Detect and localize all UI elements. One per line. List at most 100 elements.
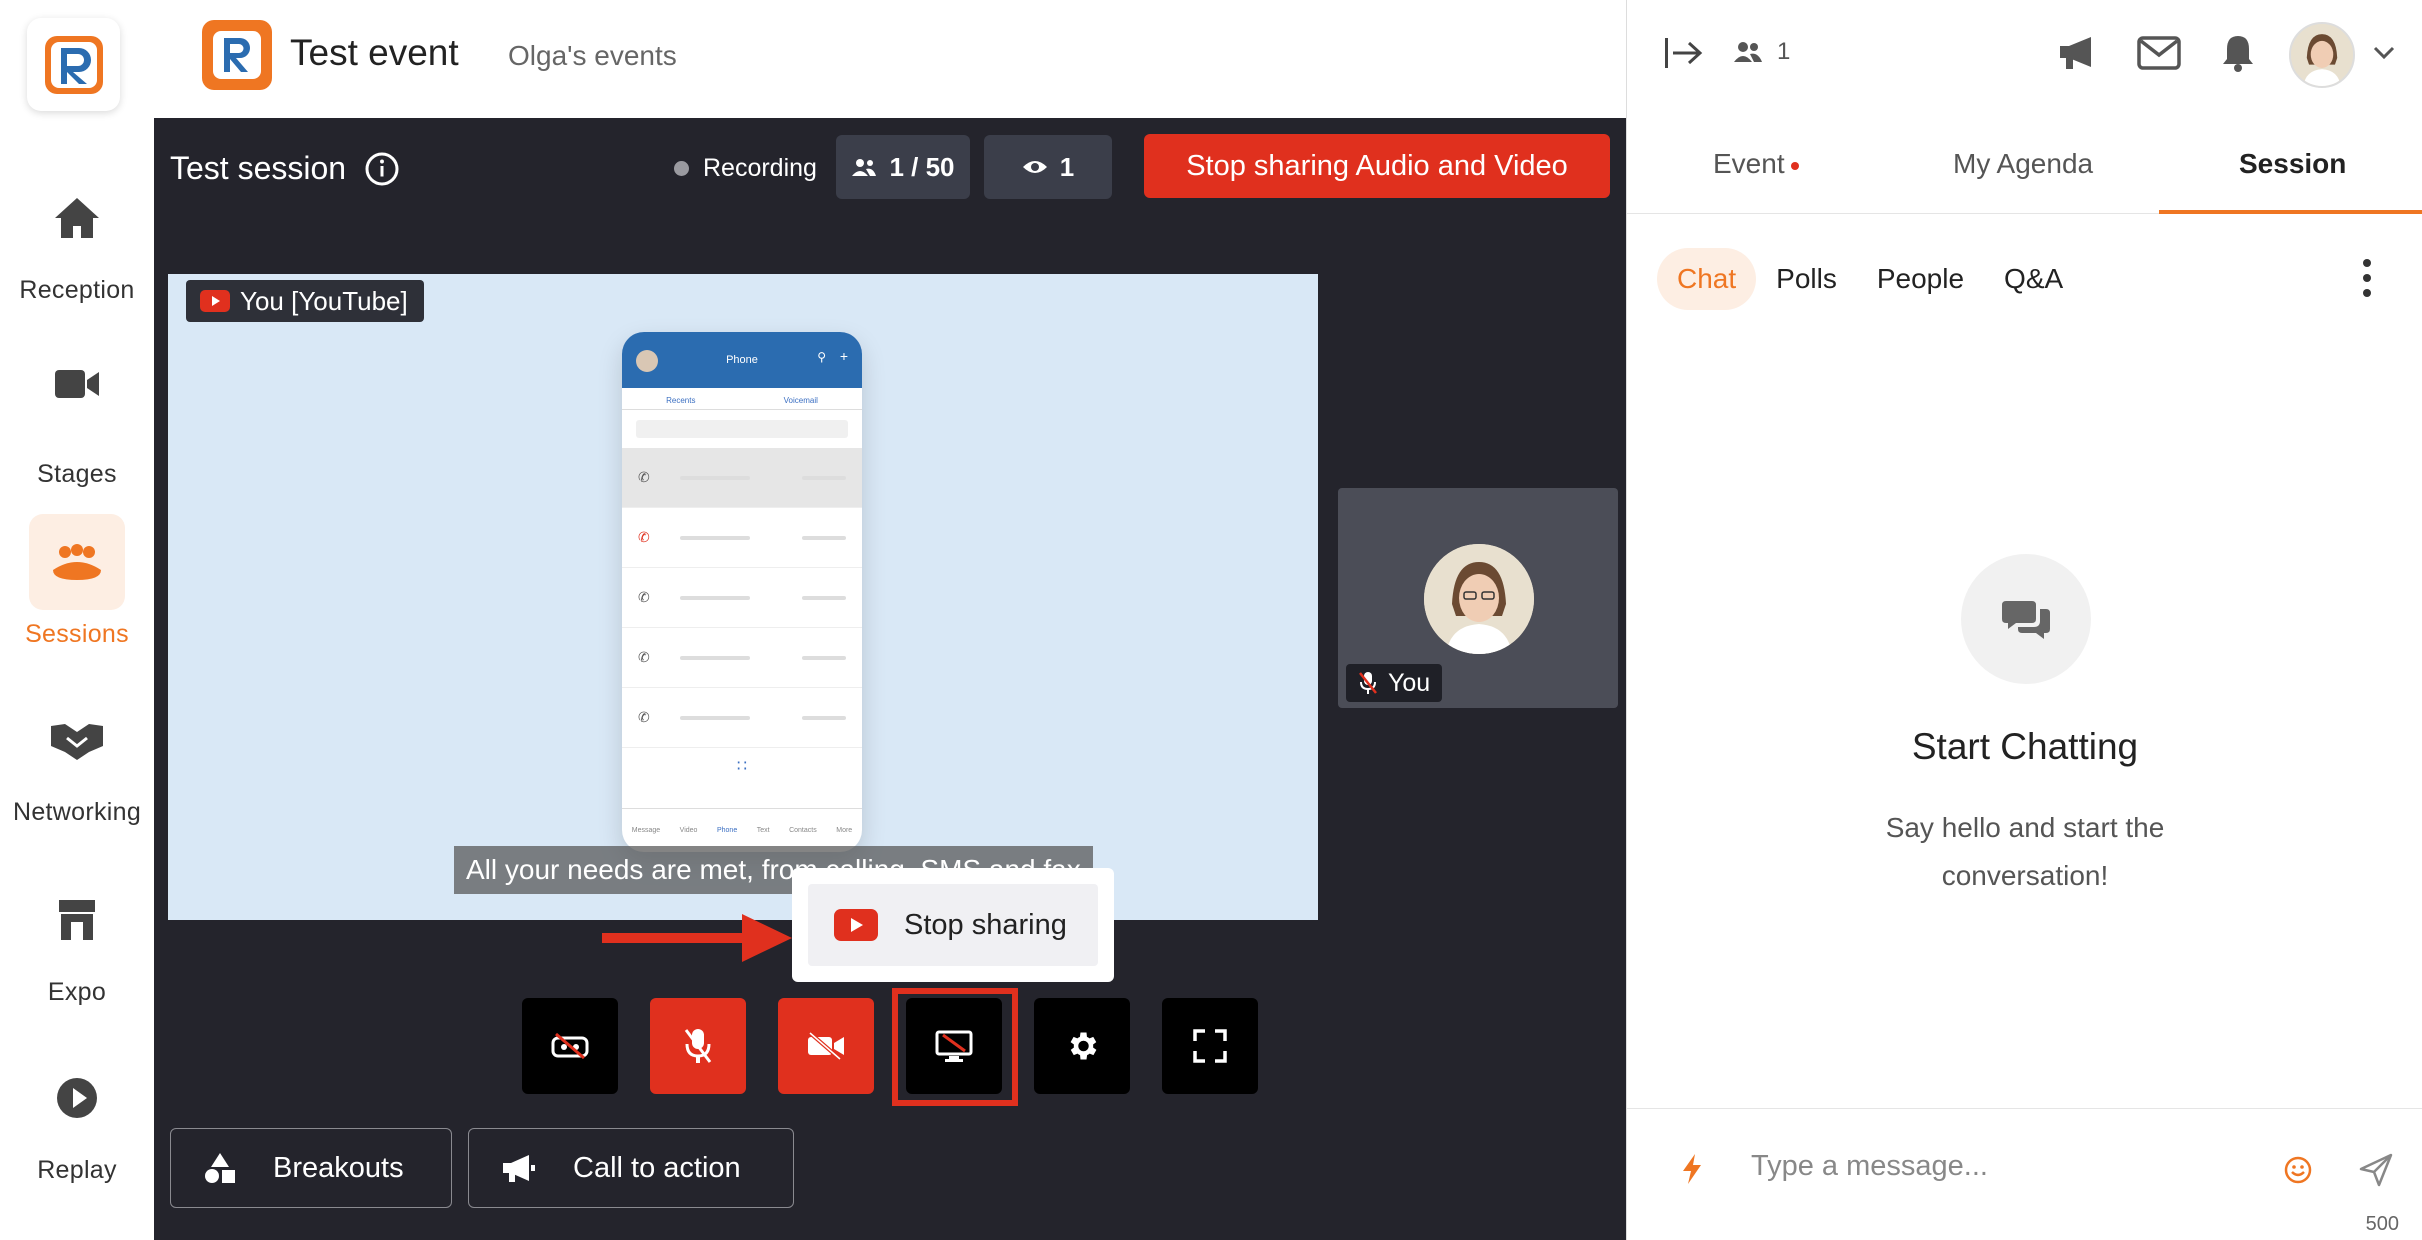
right-panel-toolbar: 1 — [1627, 0, 2422, 110]
annotation-highlight-box — [892, 988, 1018, 1106]
nav-label: Networking — [12, 798, 142, 826]
message-input[interactable] — [1751, 1141, 2231, 1191]
search-icon: ⚲ — [817, 350, 826, 364]
mute-mic-button[interactable] — [650, 998, 746, 1094]
nav-item-replay[interactable]: Replay — [0, 1050, 154, 1185]
self-video-tile[interactable]: You — [1338, 488, 1618, 708]
send-icon[interactable] — [2359, 1153, 2393, 1187]
right-panel: 1 Event My Agenda Session Chat Polls Peo… — [1626, 0, 2422, 1240]
nav-item-sessions[interactable]: Sessions — [0, 514, 154, 649]
online-count-value: 1 — [1777, 38, 1791, 65]
phone-title: Phone — [726, 354, 758, 366]
tab-my-agenda[interactable]: My Agenda — [1953, 148, 2093, 180]
phone-bottom-item: Text — [756, 827, 770, 834]
megaphone-icon — [503, 1155, 535, 1182]
stop-camera-button[interactable] — [778, 998, 874, 1094]
event-header: Test event Olga's events — [154, 0, 1626, 118]
tab-event[interactable]: Event — [1713, 148, 1799, 180]
fullscreen-icon — [1193, 1029, 1227, 1063]
bell-icon[interactable] — [2221, 34, 2255, 72]
youtube-icon — [200, 290, 230, 312]
avatar — [1424, 544, 1534, 654]
tab-label: My Agenda — [1953, 148, 2094, 179]
people-group-icon — [29, 514, 125, 610]
share-menu-popup: Stop sharing — [792, 868, 1114, 982]
mic-off-icon — [684, 1029, 712, 1063]
nav-label: Replay — [37, 1156, 117, 1184]
stop-sharing-av-button[interactable]: Stop sharing Audio and Video — [1144, 134, 1610, 198]
chevron-down-icon[interactable] — [2373, 46, 2395, 60]
session-title: Test session — [170, 150, 347, 186]
subtab-people[interactable]: People — [1857, 248, 1984, 310]
recording-label: Recording — [703, 154, 817, 182]
session-subtabs: Chat Polls People Q&A — [1657, 248, 2083, 310]
nav-label: Reception — [19, 276, 135, 304]
nav-label: Stages — [37, 460, 117, 488]
phone-header: Phone ⚲ + — [622, 332, 862, 388]
subtab-polls[interactable]: Polls — [1756, 248, 1857, 310]
more-options-icon[interactable] — [2357, 258, 2377, 298]
app-logo[interactable] — [27, 18, 120, 111]
stop-sharing-button[interactable]: Stop sharing — [808, 884, 1098, 966]
phone-mockup: Phone ⚲ + Recents Voicemail ✆ ✆ ✆ ✆ ✆ ∷ … — [622, 332, 862, 852]
settings-button[interactable] — [1034, 998, 1130, 1094]
recording-indicator: Recording — [674, 154, 817, 183]
emoji-icon[interactable] — [2283, 1155, 2313, 1185]
list-item: ✆ — [622, 688, 862, 748]
people-icon — [1734, 42, 1762, 62]
nav-item-reception[interactable]: Reception — [0, 170, 154, 305]
online-count[interactable]: 1 — [1733, 38, 1790, 66]
eye-off-icon — [551, 1032, 589, 1060]
phone-bottom-item: Phone — [716, 827, 738, 834]
arrow-annotation — [602, 914, 792, 962]
youtube-icon — [834, 909, 878, 941]
gear-icon — [1070, 1032, 1097, 1060]
attendee-count-chip[interactable]: 1 / 50 — [836, 135, 970, 199]
call-to-action-button[interactable]: Call to action — [468, 1128, 794, 1208]
phone-bottom-item: Message — [631, 827, 661, 834]
stop-sharing-label: Stop sharing — [904, 908, 1067, 941]
avatar[interactable] — [2289, 22, 2355, 88]
phone-tab: Voicemail — [783, 396, 818, 405]
viewer-count-chip[interactable]: 1 — [984, 135, 1112, 199]
mail-icon[interactable] — [2137, 36, 2181, 70]
right-panel-tabs: Event My Agenda Session — [1627, 130, 2422, 214]
avatar — [636, 350, 658, 372]
subtab-chat[interactable]: Chat — [1657, 248, 1757, 310]
toggle-background-button[interactable] — [522, 998, 618, 1094]
camera-off-icon — [808, 1031, 844, 1061]
nav-item-stages[interactable]: Stages — [0, 336, 154, 489]
megaphone-icon[interactable] — [2057, 34, 2099, 72]
video-camera-icon — [29, 336, 125, 432]
organizer-link[interactable]: Olga's events — [508, 40, 677, 72]
list-item: ✆ — [622, 568, 862, 628]
nav-label: Expo — [47, 978, 107, 1006]
nav-item-expo[interactable]: Expo — [0, 872, 154, 1007]
home-icon — [29, 170, 125, 266]
empty-state-subtitle: Say hello and start the conversation! — [1885, 812, 2165, 891]
left-nav: Reception Stages Sessions Networking Exp — [0, 0, 154, 1240]
phone-search — [636, 420, 848, 438]
message-composer: 500 — [1627, 1108, 2422, 1240]
tab-session[interactable]: Session — [2239, 148, 2346, 180]
plus-icon: + — [839, 348, 848, 364]
info-icon[interactable] — [364, 151, 400, 187]
empty-state-title: Start Chatting — [1911, 726, 2139, 767]
chat-bubbles-icon — [1961, 554, 2091, 684]
phone-bottom-item: More — [836, 827, 853, 834]
play-icon — [29, 1050, 125, 1146]
lightning-icon[interactable] — [1681, 1153, 1703, 1185]
breakouts-button[interactable]: Breakouts — [170, 1128, 452, 1208]
self-label: You — [1388, 668, 1431, 697]
nav-item-networking[interactable]: Networking — [0, 692, 154, 827]
logo-icon — [44, 35, 103, 94]
keypad-icon: ∷ — [736, 758, 748, 775]
shared-video[interactable]: You [YouTube] Phone ⚲ + Recents Voicemai… — [168, 274, 1318, 920]
eye-icon — [1022, 161, 1047, 173]
collapse-panel-icon[interactable] — [1663, 36, 1703, 70]
breakouts-label: Breakouts — [273, 1151, 404, 1184]
video-source-label: You [YouTube] — [240, 285, 408, 316]
phone-bottom-item: Contacts — [789, 827, 817, 834]
fullscreen-button[interactable] — [1162, 998, 1258, 1094]
subtab-qa[interactable]: Q&A — [1984, 248, 2083, 310]
